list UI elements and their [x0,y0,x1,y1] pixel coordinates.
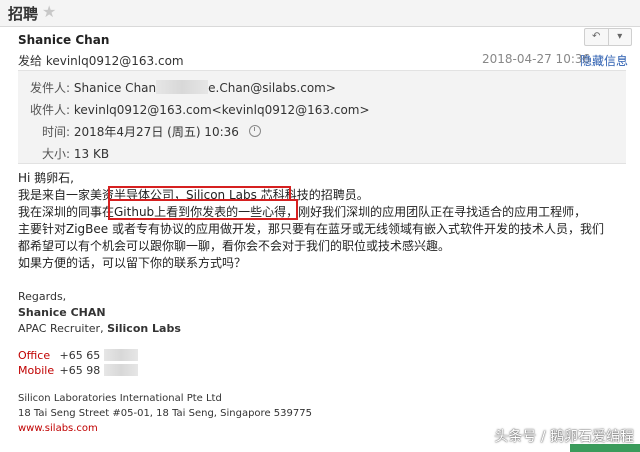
signature-address-2: 18 Tai Seng Street #05-01, 18 Tai Seng, … [18,408,312,419]
watermark-text: 头条号 / 鹅卵石爱编程 [494,429,634,445]
body-line: 如果方便的话，可以留下你的联系方式吗？ [18,256,247,270]
mobile-value: +65 98 [59,364,101,377]
size-value: 13 KB [73,147,110,161]
mobile-phone-row: Mobile +65 98 [18,364,138,377]
mail-title-bar: 招聘 ★ [0,0,640,27]
time-row: 时间: 2018年4月27日 (周五) 10:36 [42,123,261,140]
send-to-line: 发给 kevinlq0912@163.com [18,54,184,68]
message-date: 2018-04-27 10:36 [482,52,591,66]
from-value-domain: e.Chan@silabs.com> [208,81,336,95]
chevron-down-icon[interactable]: ▾ [607,29,632,45]
office-label: Office [18,349,51,362]
time-value: 2018年4月27日 (周五) 10:36 [73,125,239,139]
redacted-blur [103,364,138,376]
clock-icon[interactable] [248,125,261,137]
redacted-blur [103,349,138,361]
to-label: 收件人: [30,103,71,117]
body-line: 都希望可以有个机会可以跟你聊一聊，看你会不会对于我们的职位或技术感兴趣。 [18,239,451,253]
to-row: 收件人: kevinlq0912@163.com<kevinlq0912@163… [30,101,370,118]
redacted-blur [156,80,209,94]
signature-company: Silicon Labs [107,322,181,335]
star-icon[interactable]: ★ [42,2,56,21]
mobile-label: Mobile [18,364,55,377]
mail-subject: 招聘 [8,5,39,23]
time-label: 时间: [42,125,71,139]
to-value: kevinlq0912@163.com<kevinlq0912@163.com> [73,103,370,117]
signature-address-1: Silicon Laboratories International Pte L… [18,393,222,404]
body-line: Hi 鹅卵石, [18,171,74,185]
message-details-panel: 发件人: Shanice Chan e.Chan@silabs.com> 收件人:… [18,70,626,164]
hide-info-link[interactable]: 隐藏信息 [580,52,628,69]
sender-name: Shanice Chan [18,33,110,47]
signature-role: APAC Recruiter, [18,322,104,335]
size-row: 大小: 13 KB [42,145,109,162]
from-value: Shanice Chan [73,81,157,95]
reply-button-group[interactable]: ↶ ▾ [584,28,632,46]
highlight-box [108,199,298,220]
signature-role-line: APAC Recruiter, Silicon Labs [18,322,181,335]
signature-regards: Regards, [18,290,67,303]
office-value: +65 65 [59,349,101,362]
office-phone-row: Office +65 65 [18,349,138,362]
from-label: 发件人: [30,81,71,95]
signature-website-link[interactable]: www.silabs.com [18,423,98,434]
size-label: 大小: [42,147,71,161]
signature-name: Shanice CHAN [18,306,106,319]
from-row: 发件人: Shanice Chan e.Chan@silabs.com> [30,79,336,96]
body-line: 主要针对ZigBee 或者专有协议的应用做开发，那只要有在蓝牙或无线领域有嵌入式… [18,222,604,236]
reply-icon[interactable]: ↶ [585,29,608,45]
